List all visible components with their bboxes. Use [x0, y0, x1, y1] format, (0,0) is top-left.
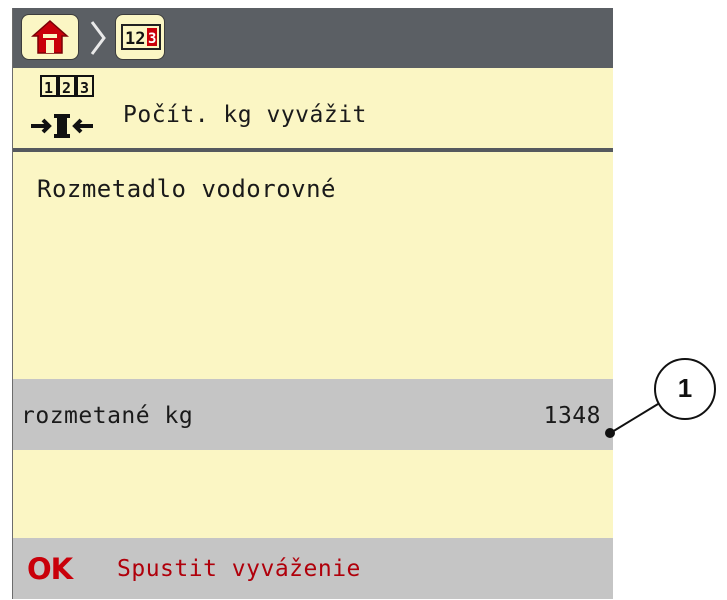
spread-kg-value: 1348 [543, 403, 601, 429]
svg-text:1: 1 [44, 79, 53, 97]
header-divider [13, 148, 613, 152]
callout-marker: 1 [654, 358, 716, 420]
status-message: Rozmetadlo vodorovné [37, 175, 336, 203]
counter-balance-icon: 1 2 3 [31, 75, 94, 138]
spread-kg-label: rozmetané kg [21, 403, 194, 429]
callout-number: 1 [677, 373, 693, 403]
home-icon [31, 19, 69, 54]
callout-pointer-dot [605, 428, 615, 438]
counter-tab-button[interactable]: 12 3 [115, 14, 165, 60]
top-navigation-bar: 12 3 [13, 8, 613, 68]
home-button[interactable] [21, 14, 79, 60]
counter-icon: 12 3 [121, 24, 161, 50]
start-balancing-button[interactable]: OK Spustit vyváženie [13, 538, 613, 599]
terminal-screen: 12 3 1 2 3 Počít. kg vyvážit Rozmetadlo … [12, 8, 613, 599]
screen-header: 1 2 3 Počít. kg vyvážit [13, 68, 613, 148]
svg-text:12: 12 [125, 29, 145, 49]
chevron-right-icon [90, 21, 106, 55]
spread-kg-row[interactable]: rozmetané kg 1348 [13, 379, 613, 450]
start-balancing-label: Spustit vyváženie [117, 556, 361, 582]
svg-text:2: 2 [62, 79, 71, 97]
ok-icon: OK [27, 552, 73, 586]
svg-text:3: 3 [148, 31, 156, 47]
page-title: Počít. kg vyvážit [123, 102, 367, 128]
svg-text:3: 3 [80, 79, 89, 97]
